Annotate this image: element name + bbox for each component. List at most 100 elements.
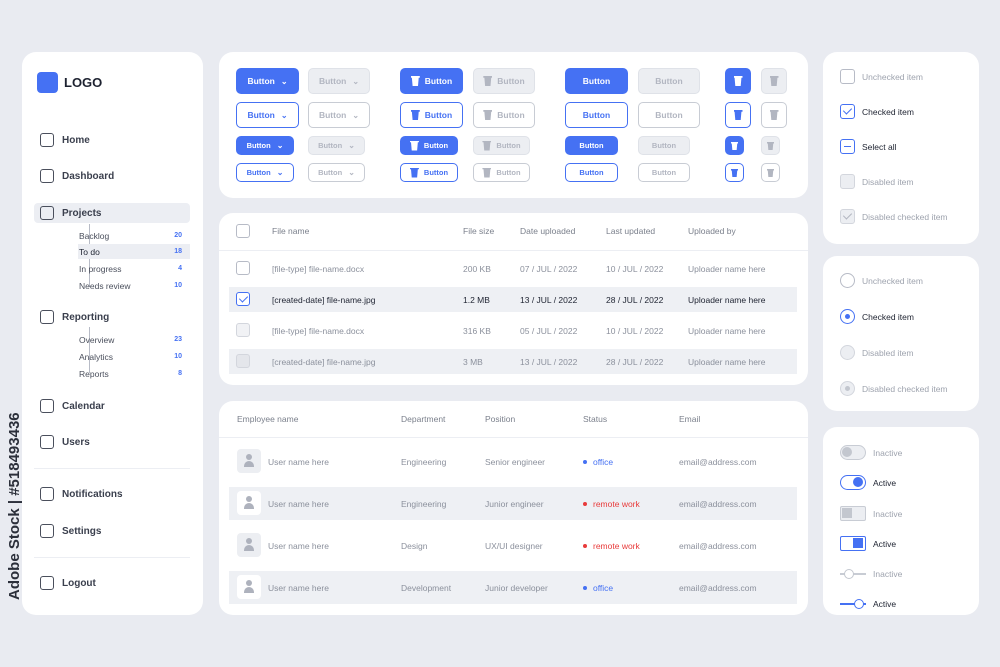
sub-item-todo[interactable]: To do 18 [78,244,190,259]
avatar [237,533,261,557]
outline-button[interactable]: Button [565,102,628,128]
delete-button-outline[interactable]: Button [400,102,463,128]
primary-button[interactable]: Button [565,68,628,94]
checkbox[interactable] [840,104,855,119]
sidebar-item-reporting[interactable]: Reporting [34,307,190,327]
date-uploaded: 13 / JUL / 2022 [520,356,578,367]
radio-panel: Unchecked item Checked item Disabled ite… [823,256,979,411]
checkbox-panel: Unchecked item Checked item Select all D… [823,52,979,244]
delete-button-small-disabled: Button [473,136,530,155]
sub-item-in-progress[interactable]: In progress 4 [78,261,190,276]
delete-button-small-outline[interactable]: Button [400,163,458,182]
uploaded-by: Uploader name here [688,263,766,274]
chevron-down-icon: ⌄ [280,76,288,86]
trash-icon-button-small[interactable] [725,136,744,155]
trash-icon-button-outline[interactable] [725,102,751,128]
trash-icon [730,168,739,177]
file-name: [created-date] file-name.jpg [272,356,376,367]
table-row[interactable]: [file-type] file-name.docx 316 KB 05 / J… [229,318,797,343]
toggle-switch[interactable] [840,506,866,521]
sidebar-item-settings[interactable]: Settings [34,521,190,541]
radio-unchecked[interactable]: Unchecked item [840,273,923,288]
sub-item-needs-review[interactable]: Needs review 10 [78,278,190,293]
trash-icon-button-small-outline[interactable] [725,163,744,182]
email: email@address.com [679,456,757,467]
sub-label: Backlog [79,230,110,241]
table-row[interactable]: User name here Engineering Junior engine… [229,487,797,520]
dropdown-button-small[interactable]: Button ⌄ [236,136,294,155]
sub-item-overview[interactable]: Overview 23 [78,332,190,347]
sidebar-item-home[interactable]: Home [34,130,190,150]
toggle-panel: Inactive Active Inactive Active Inactive… [823,427,979,615]
sidebar-item-label: Calendar [62,400,105,412]
toggle-line-active[interactable]: Active [840,596,896,611]
radio-button[interactable] [840,309,855,324]
radio-button[interactable] [840,273,855,288]
outline-button-small[interactable]: Button [565,163,618,182]
primary-button-small[interactable]: Button [565,136,618,155]
sidebar-item-dashboard[interactable]: Dashboard [34,166,190,186]
button-label: Button [497,76,525,86]
calendar-icon [40,399,54,413]
checkbox-select-all[interactable]: Select all [840,139,897,154]
toggle-switch[interactable] [840,445,866,460]
delete-button[interactable]: Button [400,68,463,94]
table-row[interactable]: User name here Engineering Senior engine… [229,445,797,478]
sidebar-item-logout[interactable]: Logout [34,573,190,593]
email: email@address.com [679,582,757,593]
dropdown-button[interactable]: Button ⌄ [236,68,299,94]
sub-item-analytics[interactable]: Analytics 10 [78,349,190,364]
radio-button [840,381,855,396]
dropdown-button-disabled: Button ⌄ [308,68,370,94]
table-row[interactable]: [file-type] file-name.docx 200 KB 07 / J… [229,256,797,281]
row-checkbox[interactable] [236,292,250,306]
trash-icon [482,167,492,178]
table-row[interactable]: User name here Development Junior develo… [229,571,797,604]
sub-item-backlog[interactable]: Backlog 20 [78,228,190,243]
row-checkbox[interactable] [236,261,250,275]
column-header: Department [401,414,446,424]
files-table: File name File size Date uploaded Last u… [219,213,808,385]
chevron-down-icon: ⌄ [280,110,288,120]
checkbox[interactable] [840,69,855,84]
toggle-inactive[interactable]: Inactive [840,445,902,460]
sub-item-reports[interactable]: Reports 8 [78,366,190,381]
toggle-square-active[interactable]: Active [840,536,896,551]
checkbox[interactable] [840,139,855,154]
trash-icon [769,110,779,120]
radio-label: Disabled checked item [862,383,948,394]
toggle-active[interactable]: Active [840,475,896,490]
sidebar-item-notifications[interactable]: Notifications [34,484,190,504]
toggle-switch[interactable] [840,536,866,551]
dropdown-button-outline[interactable]: Button ⌄ [236,102,299,128]
button-label: Button [318,168,343,177]
count-badge: 4 [178,265,182,272]
checkbox-unchecked[interactable]: Unchecked item [840,69,923,84]
table-row-selected[interactable]: [created-date] file-name.jpg 1.2 MB 13 /… [229,287,797,312]
last-updated: 10 / JUL / 2022 [606,263,664,274]
user-icon [40,435,54,449]
status-badge: office [583,457,613,467]
toggle-line-inactive[interactable]: Inactive [840,566,902,581]
delete-button-small-outline-disabled: Button [473,163,530,182]
checkbox-checked[interactable]: Checked item [840,104,914,119]
select-all-checkbox[interactable] [236,224,250,238]
sidebar-item-projects[interactable]: Projects [34,203,190,223]
toggle-square-inactive[interactable]: Inactive [840,506,902,521]
sidebar-item-calendar[interactable]: Calendar [34,396,190,416]
toggle-switch[interactable] [840,566,866,581]
delete-button-small[interactable]: Button [400,136,458,155]
table-row[interactable]: User name here Design UX/UI designer rem… [229,529,797,562]
logo[interactable]: LOGO [37,72,102,93]
table-row[interactable]: [created-date] file-name.jpg 3 MB 13 / J… [229,349,797,374]
trash-icon-button[interactable] [725,68,751,94]
column-header: Date uploaded [520,226,576,236]
dropdown-button-small-outline[interactable]: Button ⌄ [236,163,294,182]
toggle-switch[interactable] [840,475,866,490]
radio-checked[interactable]: Checked item [840,309,914,324]
sidebar-item-users[interactable]: Users [34,432,190,452]
sidebar-item-label: Home [62,134,90,146]
sub-label: Analytics [79,351,114,362]
status-text: remote work [593,540,640,551]
toggle-switch[interactable] [840,596,866,611]
